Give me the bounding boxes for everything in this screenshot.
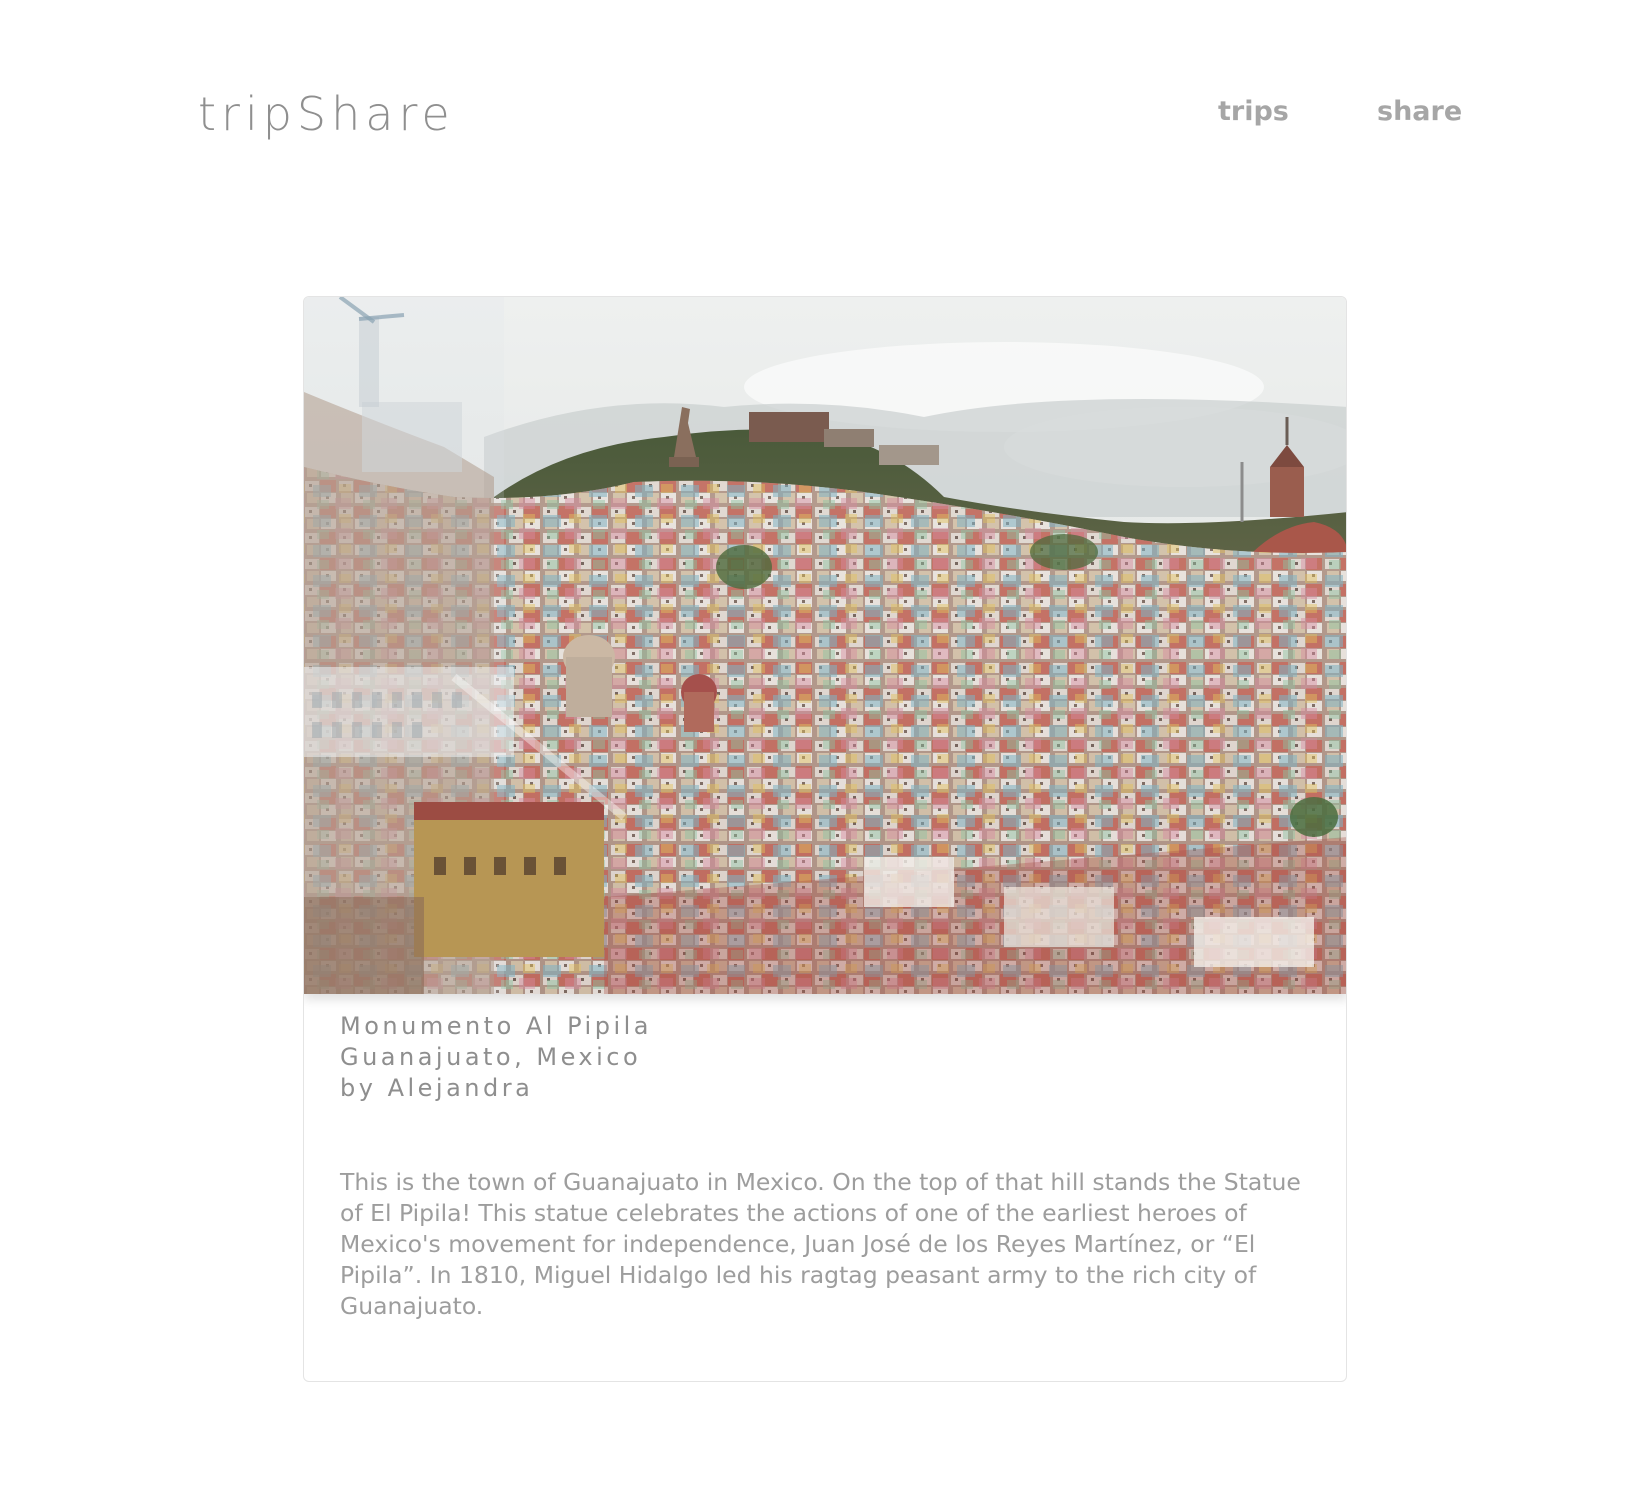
- photo-illustration: [304, 297, 1346, 994]
- site-header: tripShare trips share: [0, 0, 1646, 200]
- trip-card: Monumento Al Pipila Guanajuato, Mexico b…: [303, 296, 1347, 1382]
- trip-caption: Monumento Al Pipila Guanajuato, Mexico b…: [340, 1011, 652, 1104]
- logo[interactable]: tripShare: [198, 86, 455, 142]
- nav-share-link[interactable]: share: [1377, 94, 1462, 130]
- trip-photo: [304, 297, 1346, 994]
- trip-location: Guanajuato, Mexico: [340, 1043, 642, 1071]
- trip-author[interactable]: by Alejandra: [340, 1073, 652, 1104]
- trip-description: This is the town of Guanajuato in Mexico…: [340, 1168, 1301, 1320]
- nav-trips-link[interactable]: trips: [1218, 94, 1289, 130]
- trip-title: Monumento Al Pipila: [340, 1012, 652, 1040]
